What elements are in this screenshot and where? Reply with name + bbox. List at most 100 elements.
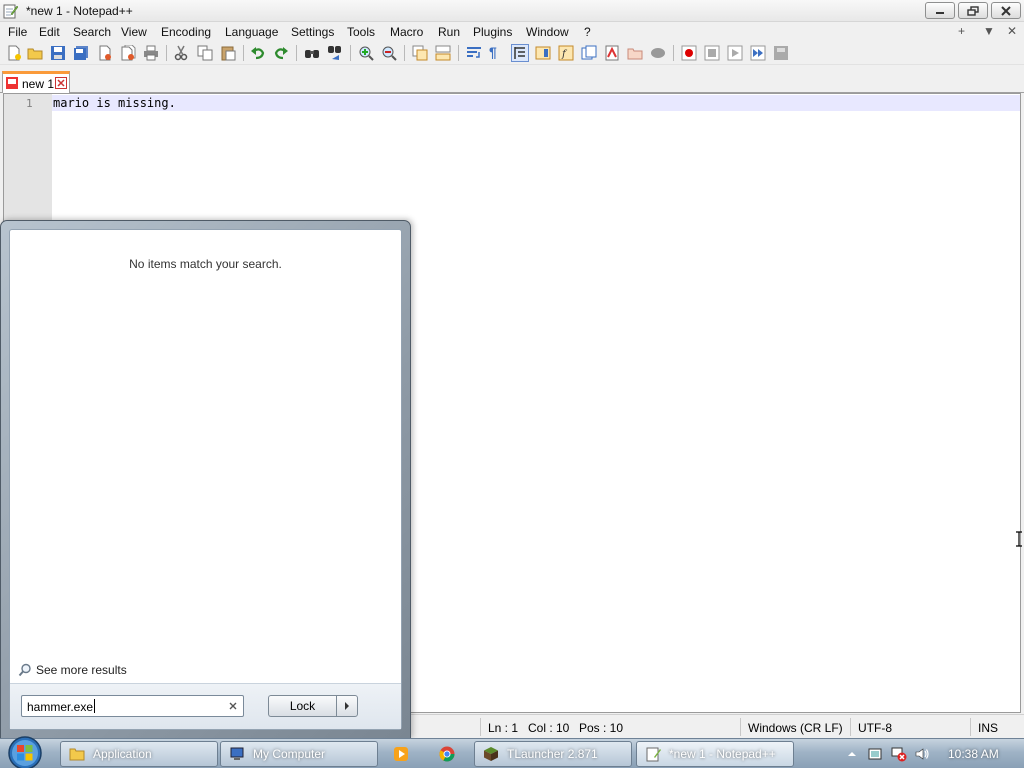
close-window-button[interactable]: [991, 2, 1021, 19]
toolbar-separator: [458, 45, 459, 61]
menu-plugins[interactable]: Plugins: [473, 25, 512, 39]
document-map-icon[interactable]: [535, 45, 551, 61]
media-player-quicklaunch[interactable]: [385, 741, 417, 767]
chrome-icon: [439, 746, 455, 762]
computer-icon: [230, 747, 244, 760]
find-icon[interactable]: [304, 45, 320, 61]
menu-file[interactable]: File: [8, 25, 27, 39]
save-all-icon[interactable]: [73, 45, 89, 61]
menu-run[interactable]: Run: [438, 25, 460, 39]
new-file-icon[interactable]: [6, 45, 22, 61]
menu-view[interactable]: View: [121, 25, 147, 39]
show-hidden-icons-icon[interactable]: [844, 746, 860, 762]
paste-icon[interactable]: [220, 45, 236, 61]
search-input-value: hammer.exe: [27, 699, 96, 714]
menu-macro[interactable]: Macro: [390, 25, 423, 39]
taskbar-item-label: My Computer: [253, 747, 326, 761]
zoom-in-icon[interactable]: [358, 45, 374, 61]
menu-encoding[interactable]: Encoding: [161, 25, 211, 39]
play-macro-icon[interactable]: [727, 45, 743, 61]
tab-list-button[interactable]: ▼: [983, 24, 995, 38]
lock-button[interactable]: Lock: [268, 695, 336, 717]
taskbar-item-label: Application: [93, 747, 152, 761]
zoom-out-icon[interactable]: [381, 45, 397, 61]
status-separator: [850, 718, 851, 736]
monitoring-icon[interactable]: [604, 45, 620, 61]
status-separator: [970, 718, 971, 736]
tab-new-1[interactable]: new 1: [2, 71, 70, 93]
see-more-results-link[interactable]: See more results: [18, 663, 127, 677]
menu-tools[interactable]: Tools: [347, 25, 375, 39]
current-line-highlight: [52, 95, 1020, 111]
tab-bar: new 1: [0, 66, 1024, 93]
toolbar: ¶ f: [0, 41, 1024, 65]
tab-close-icon[interactable]: [55, 77, 67, 89]
toolbar-separator: [404, 45, 405, 61]
sync-horizontal-icon[interactable]: [435, 45, 451, 61]
open-file-icon[interactable]: [27, 45, 43, 61]
editor-line-text[interactable]: mario is missing.: [53, 96, 176, 110]
text-cursor-icon: [1016, 531, 1022, 547]
save-icon[interactable]: [50, 45, 66, 61]
undo-icon[interactable]: [250, 45, 266, 61]
menu-window[interactable]: Window: [526, 25, 569, 39]
minimize-button[interactable]: [925, 2, 955, 19]
show-all-chars-icon[interactable]: ¶: [489, 44, 505, 60]
menu-edit[interactable]: Edit: [39, 25, 60, 39]
media-player-icon: [394, 747, 408, 761]
folder-icon[interactable]: [627, 45, 643, 61]
toolbar-separator: [296, 45, 297, 61]
close-all-icon[interactable]: [120, 45, 136, 61]
save-macro-icon[interactable]: [773, 45, 789, 61]
action-center-icon[interactable]: [867, 746, 883, 762]
spell-check-icon[interactable]: [650, 45, 666, 61]
cut-icon[interactable]: [173, 45, 189, 61]
menu-search[interactable]: Search: [73, 25, 111, 39]
clock[interactable]: 10:38 AM: [948, 747, 999, 761]
menu-language[interactable]: Language: [225, 25, 278, 39]
status-position: Pos : 10: [579, 721, 624, 735]
taskbar-item-my-computer[interactable]: My Computer: [220, 741, 378, 767]
network-disconnected-icon[interactable]: [891, 746, 907, 762]
search-results-pane: No items match your search. See more res…: [9, 229, 402, 730]
taskbar-item-notepad-plus-plus[interactable]: *new 1 - Notepad++: [636, 741, 794, 767]
folder-as-workspace-icon[interactable]: [581, 45, 597, 61]
close-icon: [1001, 5, 1011, 16]
taskbar-item-tlauncher[interactable]: TLauncher 2.871: [474, 741, 632, 767]
copy-icon[interactable]: [197, 45, 213, 61]
chrome-quicklaunch[interactable]: [431, 741, 463, 767]
menu-help[interactable]: ?: [584, 25, 591, 39]
start-search-input[interactable]: hammer.exe: [21, 695, 244, 717]
close-icon[interactable]: [97, 45, 113, 61]
taskbar-item-label: TLauncher 2.871: [507, 747, 598, 761]
restore-button[interactable]: [958, 2, 988, 19]
redo-icon[interactable]: [273, 45, 289, 61]
title-bar[interactable]: *new 1 - Notepad++: [0, 0, 1024, 22]
function-list-icon[interactable]: f: [558, 45, 574, 61]
new-tab-button[interactable]: +: [958, 24, 965, 38]
close-document-button[interactable]: ✕: [1007, 24, 1017, 38]
status-eol[interactable]: Windows (CR LF): [748, 721, 843, 735]
menu-settings[interactable]: Settings: [291, 25, 334, 39]
volume-icon[interactable]: [914, 746, 930, 762]
unsaved-file-icon: [6, 77, 18, 89]
replace-icon[interactable]: [327, 45, 343, 61]
run-macro-multiple-icon[interactable]: [750, 45, 766, 61]
stop-macro-icon[interactable]: [704, 45, 720, 61]
toolbar-separator: [243, 45, 244, 61]
taskbar-item-application[interactable]: Application: [60, 741, 218, 767]
shutdown-options-button[interactable]: [336, 695, 358, 717]
sync-vertical-icon[interactable]: [412, 45, 428, 61]
menu-bar: File Edit Search View Encoding Language …: [0, 22, 1024, 41]
word-wrap-icon[interactable]: [466, 45, 482, 61]
indent-guide-icon[interactable]: [511, 44, 529, 62]
magnifier-icon: [18, 663, 31, 677]
start-button[interactable]: [6, 735, 44, 768]
folder-icon: [69, 748, 85, 761]
print-icon[interactable]: [143, 45, 159, 61]
status-encoding[interactable]: UTF-8: [858, 721, 892, 735]
minecraft-block-icon: [484, 747, 498, 761]
clear-search-icon[interactable]: [227, 700, 239, 712]
taskbar: Application My Computer TLauncher 2.871 …: [0, 735, 1024, 768]
record-macro-icon[interactable]: [681, 45, 697, 61]
